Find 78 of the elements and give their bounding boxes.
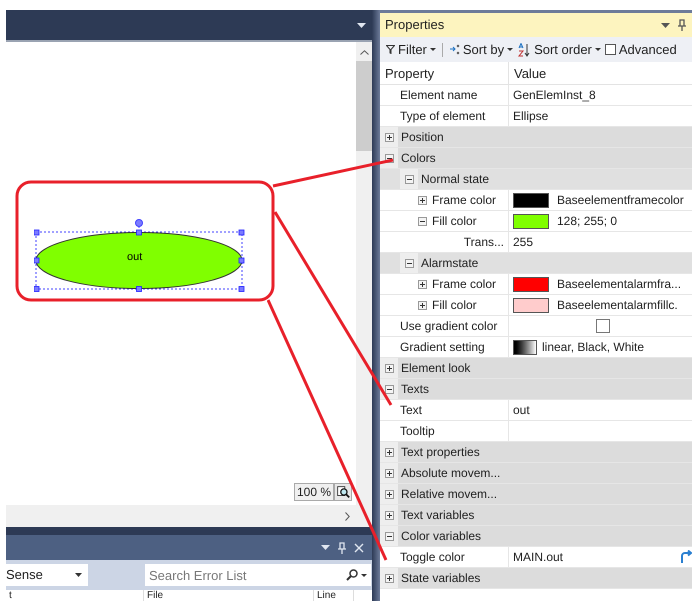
scope-dropdown[interactable]: Sense — [6, 564, 88, 586]
property-name[interactable]: Fill color — [432, 295, 477, 315]
caret-icon — [430, 48, 436, 51]
category-label[interactable]: Position — [398, 127, 444, 147]
column-header[interactable]: t — [6, 590, 144, 601]
caret-icon — [594, 48, 601, 51]
property-value[interactable]: 128; 255; 0 — [557, 210, 618, 232]
sort-order-icon — [517, 42, 532, 56]
scroll-up-icon[interactable] — [360, 50, 368, 55]
scrollbar-thumb[interactable] — [356, 61, 372, 151]
column-header[interactable]: Property — [380, 62, 509, 84]
dropdown-arrow-icon[interactable] — [321, 545, 330, 550]
toolbar-dropdown[interactable]: Sort order — [517, 42, 601, 56]
property-value[interactable]: linear, Black, White — [542, 336, 644, 358]
property-name[interactable]: Fill color — [432, 211, 477, 231]
column-header[interactable]: File — [144, 590, 314, 601]
element-text: out — [127, 252, 142, 263]
property-name[interactable]: Trans... — [464, 232, 504, 252]
property-value[interactable]: Baseelementalarmfillc. — [557, 294, 678, 316]
zoom-icon[interactable] — [334, 483, 352, 501]
vertical-scrollbar[interactable] — [356, 42, 372, 505]
expand-icon[interactable] — [384, 448, 394, 456]
collapse-icon[interactable] — [384, 384, 394, 394]
zoom-level[interactable]: 100 % — [294, 483, 334, 501]
dropdown-arrow-icon[interactable] — [661, 22, 670, 28]
sort-icon — [448, 44, 460, 55]
property-value[interactable]: MAIN.out — [513, 546, 564, 568]
dropdown-arrow-icon[interactable] — [357, 22, 366, 28]
horizontal-scrollbar[interactable] — [6, 505, 372, 527]
caret-icon — [75, 573, 82, 577]
category-label[interactable]: Colors — [398, 148, 436, 168]
property-name[interactable]: Use gradient color — [400, 316, 498, 336]
expand-icon[interactable] — [384, 364, 394, 372]
checkbox[interactable] — [596, 319, 610, 333]
expand-icon[interactable] — [384, 510, 394, 520]
collapse-icon[interactable] — [404, 174, 414, 184]
gradient-swatch — [513, 340, 537, 354]
expand-icon[interactable] — [384, 490, 394, 498]
expand-icon[interactable] — [384, 468, 394, 478]
property-name[interactable]: Type of element — [400, 106, 486, 126]
collapse-icon[interactable] — [418, 216, 427, 226]
caret-icon[interactable] — [361, 574, 367, 576]
property-name[interactable]: Toggle color — [400, 547, 465, 567]
expand-icon[interactable] — [418, 300, 427, 310]
expand-icon[interactable] — [418, 280, 427, 288]
search-icon[interactable] — [346, 569, 358, 581]
close-icon[interactable] — [354, 542, 364, 552]
toolbar-dropdown[interactable]: Filter — [386, 43, 436, 56]
expand-icon[interactable] — [384, 132, 394, 142]
property-name[interactable]: Gradient setting — [400, 337, 485, 357]
search-field[interactable]: Search Error List — [145, 564, 371, 586]
pin-icon[interactable] — [678, 19, 686, 31]
property-value[interactable]: Baseelementalarmfra... — [557, 274, 682, 294]
property-name[interactable]: Tooltip — [400, 421, 435, 441]
collapse-icon[interactable] — [404, 258, 414, 268]
collapse-icon[interactable] — [384, 532, 394, 540]
property-value[interactable]: out — [513, 400, 530, 420]
expand-icon[interactable] — [384, 574, 394, 582]
refresh-icon[interactable] — [680, 550, 692, 564]
property-name[interactable]: Frame color — [432, 274, 496, 294]
column-header[interactable]: Value — [509, 62, 546, 84]
property-value[interactable]: 255 — [513, 232, 534, 252]
property-name[interactable]: Element name — [400, 85, 478, 105]
property-name[interactable]: Frame color — [432, 190, 496, 210]
group-label[interactable]: Alarmstate — [418, 253, 478, 273]
property-value[interactable]: GenElemInst_8 — [513, 84, 596, 106]
filter-icon — [386, 45, 395, 54]
panel-title: Properties — [385, 16, 444, 34]
property-value[interactable]: Baseelementframecolor — [557, 190, 684, 210]
scroll-right-icon[interactable] — [345, 512, 350, 520]
property-name[interactable]: Text — [400, 400, 422, 420]
toolbar-dropdown[interactable]: Sort by — [448, 43, 514, 56]
expand-icon[interactable] — [418, 196, 427, 204]
advanced-checkbox[interactable]: Advanced — [604, 43, 677, 56]
column-header[interactable]: Line — [314, 590, 354, 601]
caret-icon — [507, 48, 514, 51]
category-label[interactable]: Texts — [398, 379, 430, 399]
property-value[interactable]: Ellipse — [513, 106, 548, 126]
